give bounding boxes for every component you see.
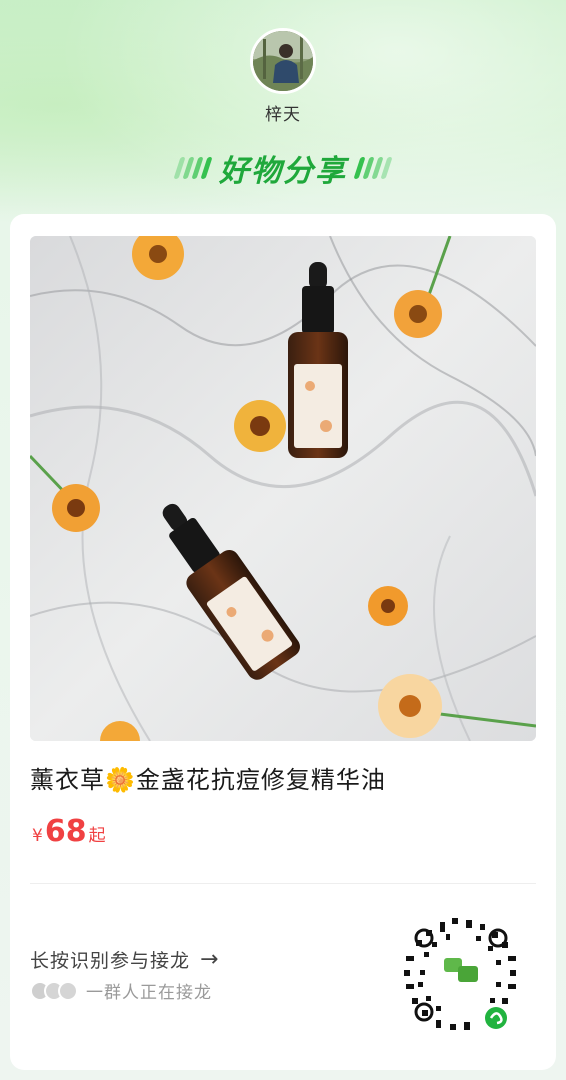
join-chain-cta[interactable]: 长按识别参与接龙 → — [30, 946, 219, 973]
cta-label: 长按识别参与接龙 — [30, 950, 191, 972]
participant-avatar — [58, 980, 78, 1001]
price-suffix: 起 — [88, 826, 106, 846]
header: 梓天 — [0, 28, 566, 125]
section-title: 好物分享 — [219, 154, 347, 189]
participant-avatars — [30, 980, 78, 1001]
qr-code-icon[interactable] — [396, 910, 526, 1040]
decorative-stripes-right — [353, 157, 393, 179]
divider — [30, 883, 536, 884]
participants-row: 一群人正在接龙 — [30, 978, 212, 1003]
product-card[interactable]: 薰衣草🌼金盏花抗痘修复精华油 ¥ 68 起 长按识别参与接龙 → 一群人正在接龙 — [10, 214, 556, 1070]
product-price: ¥ 68 起 — [32, 814, 106, 849]
price-currency: ¥ — [32, 826, 43, 846]
price-value: 68 — [44, 814, 87, 849]
author-avatar[interactable] — [250, 28, 316, 94]
author-name: 梓天 — [265, 105, 301, 125]
section-title-row: 好物分享 — [0, 146, 566, 190]
product-title: 薰衣草🌼金盏花抗痘修复精华油 — [30, 766, 386, 794]
participants-text: 一群人正在接龙 — [86, 983, 212, 1003]
arrow-right-icon: → — [200, 947, 220, 972]
product-image[interactable] — [30, 236, 536, 741]
decorative-stripes-left — [173, 157, 213, 179]
